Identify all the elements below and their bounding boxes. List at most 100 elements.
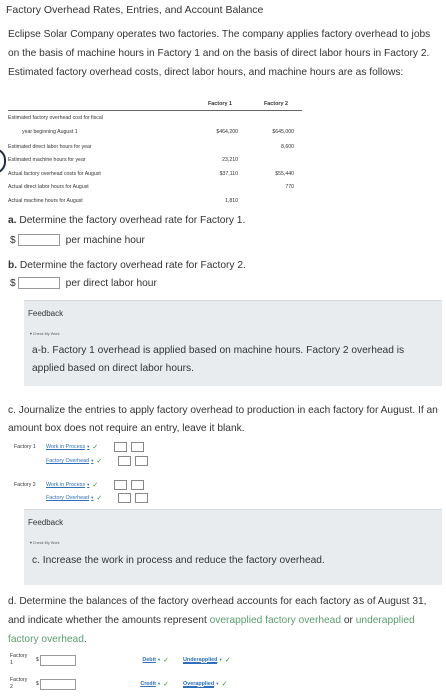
feedback-text: c. Increase the work in process and redu… xyxy=(32,555,325,566)
row-value-f2: 8,600 xyxy=(281,144,294,150)
chevron-down-icon: ▾ xyxy=(91,495,94,500)
check-icon: ✓ xyxy=(96,458,103,465)
feedback-title: Feedback xyxy=(28,518,64,527)
chevron-down-icon: ▾ xyxy=(87,444,90,449)
journal-row-f1-debit: Factory 1 Work in Process ▾ ✓ xyxy=(14,442,145,452)
chevron-down-icon: ▾ xyxy=(157,681,161,686)
feedback-panel-c: Feedback ▼Check My Work c. Increase the … xyxy=(24,509,442,585)
row-value-f1: 23,210 xyxy=(222,157,238,163)
row-value-f1: 1,810 xyxy=(225,198,238,204)
account-select-value: Work in Process xyxy=(46,444,86,450)
row-value-f2: $645,000 xyxy=(272,129,294,135)
factory-2-balance-input[interactable] xyxy=(39,678,76,690)
check-icon: ✓ xyxy=(92,444,99,451)
question-d-end: . xyxy=(83,634,87,645)
row-label: year beginning August 1 xyxy=(22,129,78,135)
feedback-panel-ab: Feedback ▼Check My Work a-b. Factory 1 o… xyxy=(24,300,442,386)
check-icon: ✓ xyxy=(163,681,170,688)
credit-amount-input[interactable] xyxy=(135,456,149,466)
row-value-f1: $464,200 xyxy=(216,129,238,135)
account-select-value: Work in Process xyxy=(46,482,86,488)
account-select-dropdown[interactable]: Work in Process ▾ xyxy=(46,444,89,450)
row-label: Estimated direct labor hours for year xyxy=(8,144,92,150)
factory-label: Factory 1 xyxy=(10,653,36,667)
row-label: Actual direct labor hours for August xyxy=(8,184,89,190)
factory-label-word: Factory xyxy=(10,677,28,683)
factory-2-rate-input[interactable] xyxy=(17,277,60,289)
question-a: a. Determine the factory overhead rate f… xyxy=(8,215,245,226)
chevron-down-icon: ▾ xyxy=(216,681,219,686)
check-icon: ✓ xyxy=(221,681,228,688)
balance-row-factory-2: Factory 2 $ Credit ▾ ✓ Overapplied ▾ ✓ xyxy=(10,677,227,691)
row-value-f2: $55,440 xyxy=(275,171,294,177)
question-a-label: a. xyxy=(8,215,17,226)
row-value-f1: $37,110 xyxy=(219,171,238,177)
col-header-factory-1: Factory 1 xyxy=(208,101,232,107)
factory-label: Factory 2 xyxy=(10,677,36,691)
journal-row-f2-debit: Factory 2 Work in Process ▾ ✓ xyxy=(14,480,145,490)
dollar-sign: $ xyxy=(10,234,16,246)
row-label: Estimated factory overhead cost for fisc… xyxy=(8,115,103,121)
dollar-sign: $ xyxy=(10,277,16,289)
check-my-work-toggle[interactable]: ▼Check My Work xyxy=(29,332,59,336)
check-icon: ✓ xyxy=(92,482,99,489)
question-b: b. Determine the factory overhead rate f… xyxy=(8,260,246,271)
check-icon: ✓ xyxy=(163,657,170,664)
debit-amount-input[interactable] xyxy=(118,493,132,503)
row-label: Actual machine hours for August xyxy=(8,198,83,204)
factory-1-balance-input[interactable] xyxy=(39,654,76,666)
check-my-work-toggle[interactable]: ▼Check My Work xyxy=(29,541,59,545)
account-select-value: Factory Overhead xyxy=(46,458,90,464)
question-b-text: Determine the factory overhead rate for … xyxy=(19,260,246,271)
overapplied-term: overapplied factory overhead xyxy=(209,615,342,626)
unit-label: per machine hour xyxy=(65,234,145,246)
account-select-dropdown[interactable]: Factory Overhead ▾ xyxy=(46,458,93,464)
header-rule xyxy=(8,110,302,111)
factory-label-number: 1 xyxy=(10,660,13,666)
chevron-down-icon: ▾ xyxy=(157,657,161,662)
balance-row-factory-1: Factory 1 $ Debit ▾ ✓ Underapplied ▾ ✓ xyxy=(10,653,231,667)
applied-status-select[interactable]: Overapplied xyxy=(183,681,215,688)
balance-type-select[interactable]: Debit xyxy=(122,657,155,663)
credit-amount-input[interactable] xyxy=(131,442,145,452)
question-d-text: d. Determine the balances of the factory… xyxy=(8,592,444,649)
feedback-title: Feedback xyxy=(28,309,64,318)
credit-amount-input[interactable] xyxy=(131,480,145,490)
applied-status-select[interactable]: Underapplied xyxy=(183,657,218,664)
feedback-text: a-b. Factory 1 overhead is applied based… xyxy=(32,345,405,374)
factory-label-word: Factory xyxy=(10,653,28,659)
account-select-value: Factory Overhead xyxy=(46,495,90,501)
balance-type-select[interactable]: Credit xyxy=(122,681,156,687)
check-icon: ✓ xyxy=(96,495,103,502)
chevron-down-icon: ▾ xyxy=(87,482,90,487)
question-d-mid: or xyxy=(341,615,356,626)
chevron-down-icon: ▾ xyxy=(219,657,222,662)
journal-factory-label: Factory 1 xyxy=(14,444,36,450)
debit-amount-input[interactable] xyxy=(114,480,128,490)
answer-row-b: $ per direct labor hour xyxy=(10,277,157,289)
factory-label-number: 2 xyxy=(10,684,13,690)
row-label: Estimated machine hours for year xyxy=(8,157,86,163)
factory-1-rate-input[interactable] xyxy=(17,234,60,246)
debit-amount-input[interactable] xyxy=(118,456,132,466)
account-select-dropdown[interactable]: Work in Process ▾ xyxy=(46,482,89,488)
dollar-sign: $ xyxy=(36,657,39,663)
row-label: Actual factory overhead costs for August xyxy=(8,171,101,177)
row-value-f2: 770 xyxy=(285,184,294,190)
question-a-text: Determine the factory overhead rate for … xyxy=(19,215,246,226)
dollar-sign: $ xyxy=(36,681,39,687)
account-select-dropdown[interactable]: Factory Overhead ▾ xyxy=(46,495,93,501)
journal-row-f1-credit: Factory Overhead ▾ ✓ xyxy=(14,456,149,466)
question-c-text: c. Journalize the entries to apply facto… xyxy=(8,405,438,434)
journal-row-f2-credit: Factory Overhead ▾ ✓ xyxy=(14,493,149,503)
chevron-down-icon: ▾ xyxy=(91,458,94,463)
debit-amount-input[interactable] xyxy=(114,442,128,452)
journal-factory-label: Factory 2 xyxy=(14,482,36,488)
page-title: Factory Overhead Rates, Entries, and Acc… xyxy=(6,4,264,16)
col-header-factory-2: Factory 2 xyxy=(264,101,288,107)
credit-amount-input[interactable] xyxy=(135,493,149,503)
unit-label: per direct labor hour xyxy=(65,277,157,289)
question-b-label: b. xyxy=(8,260,18,271)
check-icon: ✓ xyxy=(224,657,231,664)
answer-row-a: $ per machine hour xyxy=(10,234,145,246)
